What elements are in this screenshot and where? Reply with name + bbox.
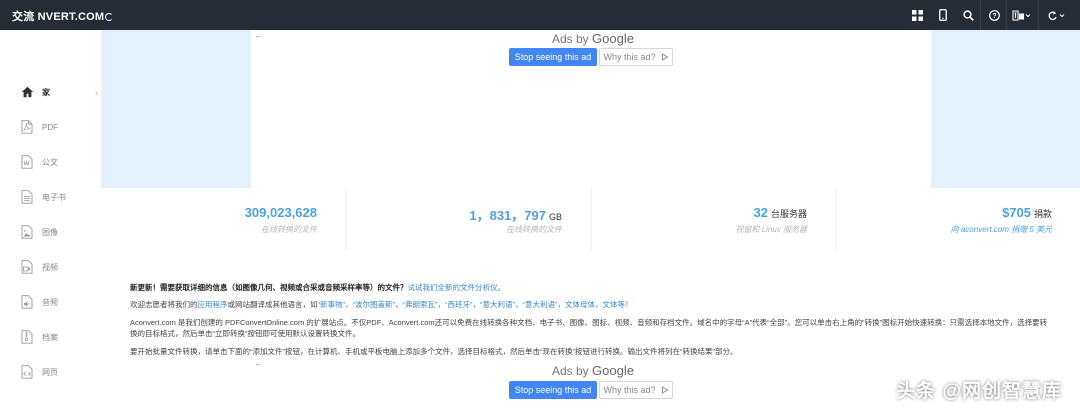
sidebar-item-label: 公文 xyxy=(42,157,58,167)
sidebar-item-ebook[interactable]: 电子书 xyxy=(0,183,101,211)
document-icon xyxy=(18,153,36,171)
welcome-text: 欢迎志愿者将我们的 xyxy=(130,300,198,309)
sidebar: ‹ 家 PDF 公文 电子书 图像 视频 音频 档案 网页 xyxy=(0,30,101,415)
webpage-icon xyxy=(18,363,36,381)
ads-by-label: Ads by xyxy=(552,32,589,46)
sidebar-item-label: 网页 xyxy=(42,367,58,377)
sidebar-item-label: 视频 xyxy=(42,262,58,272)
stop-seeing-ad-button[interactable]: Stop seeing this ad xyxy=(509,48,597,66)
stop-seeing-ad-button[interactable]: Stop seeing this ad xyxy=(509,381,597,399)
donate-link[interactable]: 向 aconvert.com 捐赠 5 美元 xyxy=(951,224,1052,235)
stat-unit: GB xyxy=(548,212,562,222)
stat-files-converted: 309,023,628 在线转换的文件 xyxy=(101,188,345,250)
google-logo-text: Google xyxy=(592,31,634,46)
svg-text:?: ? xyxy=(992,13,996,20)
stat-value: $705 捐款 xyxy=(1002,205,1052,220)
archive-icon xyxy=(18,328,36,346)
ad-side-panel-left xyxy=(101,30,251,188)
sidebar-item-audio[interactable]: 音频 xyxy=(0,288,101,316)
google-logo-text: Google xyxy=(592,363,634,378)
navbar-divider xyxy=(1038,0,1039,30)
why-this-ad-label: Why this ad? xyxy=(603,385,656,395)
brand-logo[interactable]: 交流 NVERT.COM xyxy=(12,8,114,24)
stat-caption: 在线转换的文件 xyxy=(506,225,562,234)
sidebar-item-label: 音频 xyxy=(42,297,58,307)
sidebar-item-archive[interactable]: 档案 xyxy=(0,323,101,351)
stat-unit: 台服务器 xyxy=(770,209,807,219)
stat-unit: 捐款 xyxy=(1033,209,1052,219)
stats-strip: 309,023,628 在线转换的文件 1，831，797 GB 在线转换的文件 … xyxy=(101,188,1080,250)
sidebar-item-webpage[interactable]: 网页 xyxy=(0,358,101,386)
search-icon[interactable] xyxy=(955,0,981,30)
top-navbar: 交流 NVERT.COM ? xyxy=(0,0,1080,30)
pdf-file-icon xyxy=(18,118,36,136)
ads-by-label: Ads by xyxy=(552,364,589,378)
stat-value: 32 台服务器 xyxy=(753,205,807,220)
ads-by-google: Ads by Google xyxy=(552,31,634,46)
why-this-ad-button[interactable]: Why this ad? xyxy=(599,48,673,66)
ad-info-icon xyxy=(661,53,668,61)
ad-back-arrow-icon[interactable]: ← xyxy=(254,30,263,40)
ad-side-panel-right xyxy=(931,30,1080,188)
why-this-ad-button[interactable]: Why this ad? xyxy=(599,381,673,399)
video-icon xyxy=(18,258,36,276)
navbar-divider xyxy=(1006,0,1007,30)
ad-back-arrow-icon[interactable]: ← xyxy=(254,358,263,368)
why-this-ad-label: Why this ad? xyxy=(603,52,656,62)
sidebar-item-label: 电子书 xyxy=(42,192,66,202)
stat-servers: 32 台服务器 视窗和 Linux 服务器 xyxy=(592,188,835,250)
sidebar-item-video[interactable]: 视频 xyxy=(0,253,101,281)
grid-icon[interactable] xyxy=(904,0,930,30)
welcome-text-mid: 或网站翻译成其他语言，如 xyxy=(227,300,318,309)
sidebar-item-label: 档案 xyxy=(42,332,58,342)
help-icon[interactable]: ? xyxy=(981,0,1007,30)
ads-by-google: Ads by Google xyxy=(552,363,634,378)
batch-paragraph: 要开始批量文件转换，请单击下面的“添加文件”按钮，在计算机、手机或平板电脑上添加… xyxy=(130,347,738,356)
sidebar-item-label: PDF xyxy=(42,122,58,132)
brand-text: 交流 NVERT.COM xyxy=(12,11,105,23)
watermark-text: 头条 @网创智慧库 xyxy=(896,381,1062,402)
news-text: 新更新！需要获取详细的信息（如图像几何、视频或合采或音频采样率等）的文件？ xyxy=(130,283,408,292)
ebook-icon xyxy=(18,188,36,206)
sidebar-item-label: 家 xyxy=(42,87,50,97)
sidebar-item-pdf[interactable]: PDF xyxy=(0,113,101,141)
language-links[interactable]: “新事物”，“波尔图盖斯”，“弗朗索瓦”，“西班牙”，“意大利语”，“意大利语”… xyxy=(318,300,633,309)
language-icon[interactable] xyxy=(1008,0,1034,30)
sidebar-item-document[interactable]: 公文 xyxy=(0,148,101,176)
mobile-icon[interactable] xyxy=(930,0,956,30)
home-icon xyxy=(18,83,36,101)
stat-caption: 视窗和 Linux 服务器 xyxy=(735,225,807,234)
intro-paragraph: Aconvert.com 是我们创建的 PDFConvertOnline.com… xyxy=(130,318,1048,338)
application-link[interactable]: 应用程序 xyxy=(198,300,228,309)
stat-value: 1，831，797 GB xyxy=(469,208,562,223)
logo-refresh-icon xyxy=(105,13,114,21)
sidebar-item-image[interactable]: 图像 xyxy=(0,218,101,246)
stat-caption: 在线转换的文件 xyxy=(261,225,317,234)
news-paragraph: 新更新！需要获取详细的信息（如图像几何、视频或合采或音频采样率等）的文件？试试我… xyxy=(130,282,1050,293)
stat-data-converted: 1，831，797 GB 在线转换的文件 xyxy=(347,188,590,250)
welcome-paragraph: 欢迎志愿者将我们的应用程序或网站翻译成其他语言，如“新事物”，“波尔图盖斯”，“… xyxy=(130,299,1050,310)
sidebar-item-label: 图像 xyxy=(42,227,58,237)
stat-donations: $705 捐款 向 aconvert.com 捐赠 5 美元 xyxy=(837,188,1080,250)
stat-value: 309,023,628 xyxy=(244,205,317,220)
sidebar-item-home[interactable]: 家 xyxy=(0,78,101,106)
refresh-icon[interactable] xyxy=(1043,0,1069,30)
ad-info-icon xyxy=(661,386,668,394)
image-icon xyxy=(18,223,36,241)
file-analyzer-link[interactable]: 试试我们全新的文件分析仪。 xyxy=(408,283,506,292)
audio-icon xyxy=(18,293,36,311)
